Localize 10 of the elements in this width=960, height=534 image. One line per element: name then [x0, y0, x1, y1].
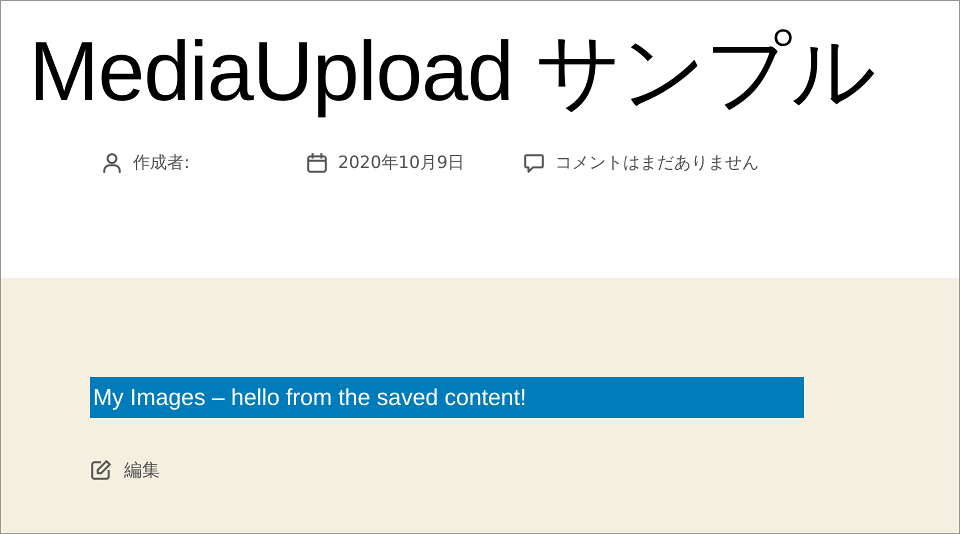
post-date: 2020年10月9日	[338, 152, 465, 174]
content-block: My Images – hello from the saved content!	[90, 377, 804, 418]
speech-bubble-icon	[523, 152, 545, 174]
edit-link[interactable]: 編集	[124, 458, 160, 482]
page-title: MediaUpload サンプル	[29, 23, 876, 120]
author-label: 作成者:	[133, 152, 190, 174]
calendar-icon	[306, 152, 328, 174]
person-icon	[101, 152, 123, 174]
edit-icon	[90, 459, 112, 481]
comments-link[interactable]: コメントはまだありません	[555, 151, 759, 174]
